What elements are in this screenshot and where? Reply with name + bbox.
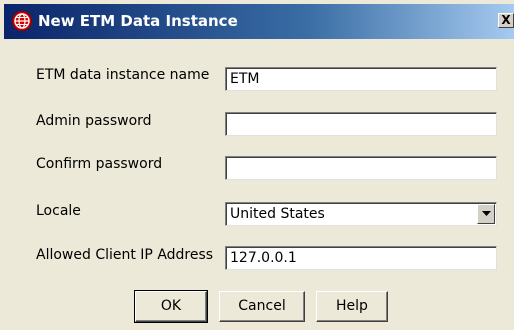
close-button[interactable]: X xyxy=(498,13,514,28)
title-bar[interactable]: New ETM Data Instance X xyxy=(4,4,514,39)
instance-name-input[interactable]: ETM xyxy=(225,67,497,91)
close-icon: X xyxy=(501,13,511,27)
instance-name-label: ETM data instance name xyxy=(36,67,210,83)
client-ip-value: 127.0.0.1 xyxy=(230,250,297,266)
locale-dropdown-button[interactable] xyxy=(477,204,495,224)
ok-button[interactable]: OK xyxy=(134,290,208,323)
help-button[interactable]: Help xyxy=(316,291,388,322)
locale-value: United States xyxy=(230,206,325,222)
admin-password-input[interactable] xyxy=(225,112,497,136)
cancel-button[interactable]: Cancel xyxy=(219,291,305,322)
chevron-down-icon xyxy=(482,211,491,216)
client-ip-input[interactable]: 127.0.0.1 xyxy=(225,246,497,270)
admin-password-label: Admin password xyxy=(36,113,152,129)
globe-icon xyxy=(12,11,32,31)
confirm-password-label: Confirm password xyxy=(36,156,163,172)
client-ip-label: Allowed Client IP Address xyxy=(36,247,214,263)
instance-name-value: ETM xyxy=(230,71,260,87)
locale-label: Locale xyxy=(36,203,81,219)
dialog-title: New ETM Data Instance xyxy=(38,12,238,30)
new-etm-data-instance-dialog: New ETM Data Instance X ETM data instanc… xyxy=(0,0,514,330)
confirm-password-input[interactable] xyxy=(225,156,497,180)
locale-select[interactable]: United States xyxy=(225,202,497,226)
